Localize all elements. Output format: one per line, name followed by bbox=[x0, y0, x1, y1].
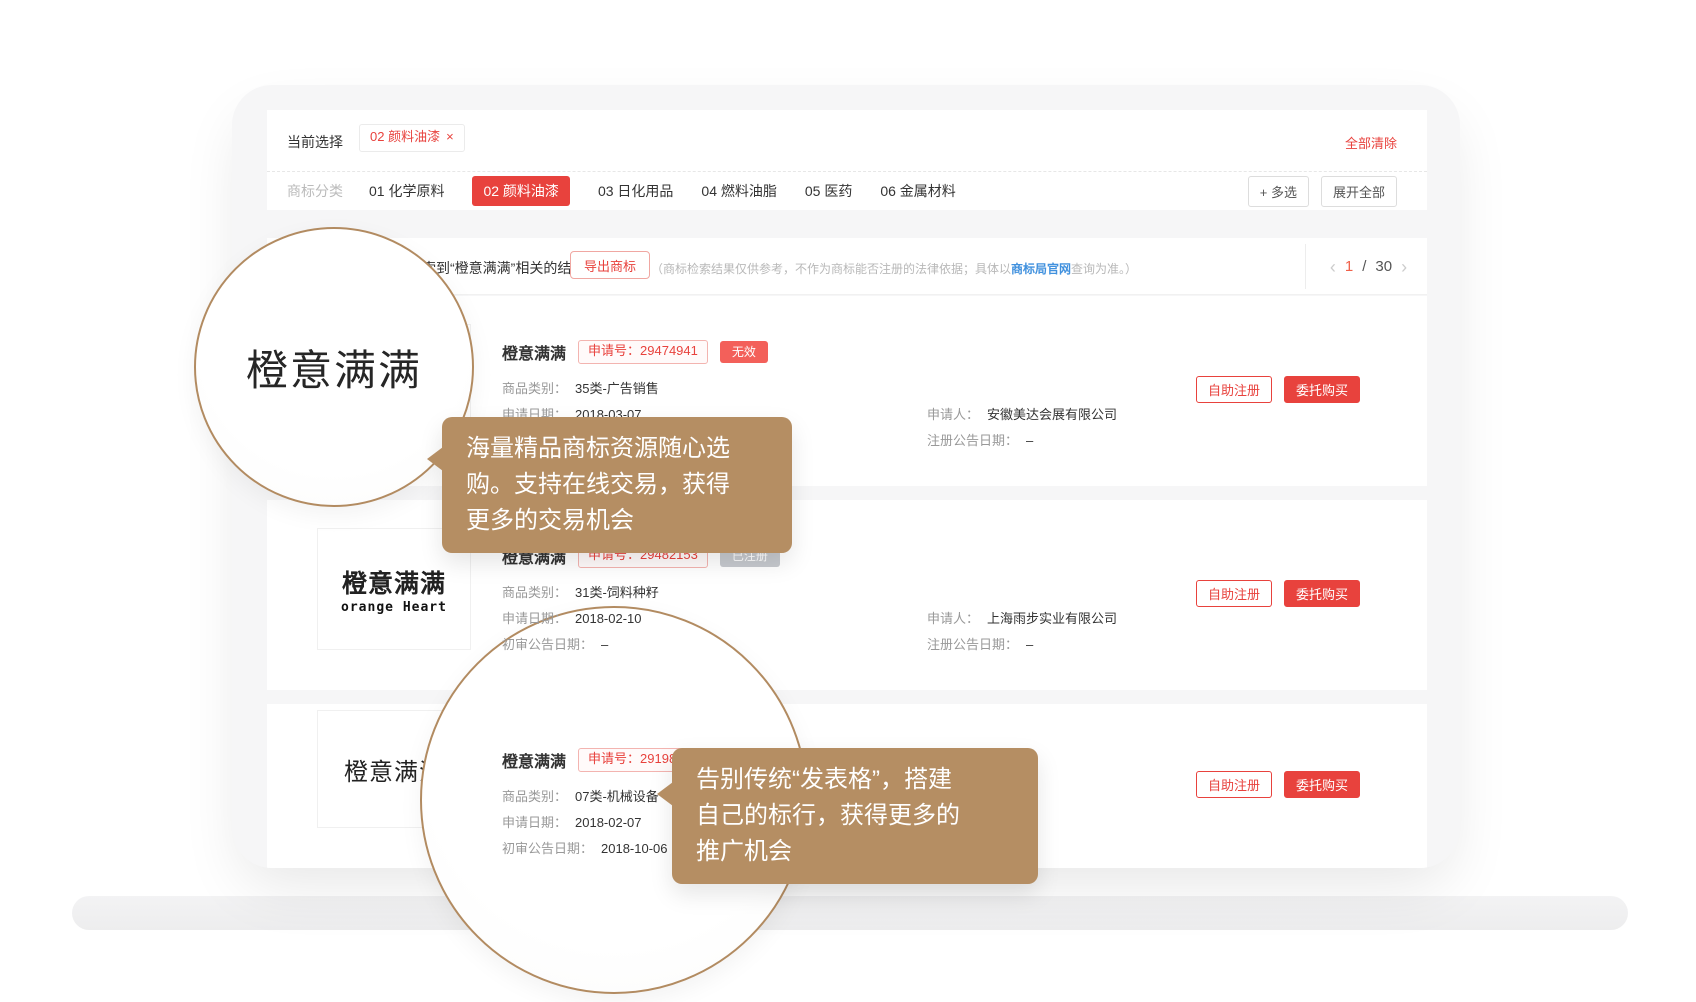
apply-date-value: 2018-02-07 bbox=[575, 815, 642, 830]
category-label: 商品类别： bbox=[502, 381, 567, 396]
entrust-buy-button[interactable]: 委托购买 bbox=[1284, 580, 1360, 607]
reg-pub-date-label: 注册公告日期： bbox=[927, 433, 1018, 448]
tooltip-arrow-icon bbox=[427, 447, 443, 471]
pagination: ‹ 1 / 30 › bbox=[1310, 238, 1427, 295]
clear-all-button[interactable]: 全部清除 bbox=[1345, 133, 1397, 152]
category-item-05[interactable]: 05 医药 bbox=[805, 181, 852, 201]
first-pub-date-label: 初审公告日期： bbox=[502, 841, 593, 856]
self-register-button[interactable]: 自助注册 bbox=[1196, 580, 1272, 607]
category-item-01[interactable]: 01 化学原料 bbox=[369, 181, 444, 201]
current-selection-row: 当前选择 02 颜料油漆 × 全部清除 bbox=[267, 110, 1427, 172]
trademark-office-link[interactable]: 商标局官网 bbox=[1011, 262, 1071, 276]
tooltip-line: 自己的标行，获得更多的 bbox=[696, 798, 1014, 834]
category-value: 31类-饲料种籽 bbox=[575, 585, 659, 600]
page-separator: / bbox=[1362, 258, 1366, 275]
selected-filter-tag-label: 02 颜料油漆 bbox=[370, 129, 440, 144]
results-disclaimer: （商标检索结果仅供参考，不作为商标能否注册的法律依据；具体以商标局官网查询为准。… bbox=[651, 260, 1137, 277]
current-selection-label: 当前选择 bbox=[287, 132, 343, 152]
filter-header-card: 当前选择 02 颜料油漆 × 全部清除 商标分类 01 化学原料 02 颜料油漆 … bbox=[267, 110, 1427, 210]
reg-pub-date-value: – bbox=[1026, 433, 1033, 448]
tooltip-line: 告别传统“发表格”，搭建 bbox=[696, 762, 1014, 798]
first-pub-date-label: 初审公告日期： bbox=[502, 637, 593, 652]
application-number-label: 申请号： bbox=[588, 751, 640, 766]
page-total: 30 bbox=[1375, 258, 1392, 275]
category-item-06[interactable]: 06 金属材料 bbox=[880, 181, 955, 201]
disclaimer-suffix: 查询为准。） bbox=[1071, 262, 1137, 276]
trademark-name[interactable]: 橙意满满 bbox=[502, 748, 566, 772]
category-actions: + 多选 展开全部 bbox=[1248, 176, 1397, 207]
first-pub-date-value: – bbox=[601, 637, 608, 652]
apply-date-label: 申请日期： bbox=[502, 611, 567, 626]
category-row: 商标分类 01 化学原料 02 颜料油漆 03 日化用品 04 燃料油脂 05 … bbox=[267, 172, 1427, 210]
category-item-04[interactable]: 04 燃料油脂 bbox=[701, 181, 776, 201]
expand-all-button[interactable]: 展开全部 bbox=[1321, 176, 1397, 207]
entrust-buy-button[interactable]: 委托购买 bbox=[1284, 376, 1360, 403]
category-item-03[interactable]: 03 日化用品 bbox=[598, 181, 673, 201]
applicant-label: 申请人： bbox=[927, 611, 979, 626]
self-register-button[interactable]: 自助注册 bbox=[1196, 376, 1272, 403]
reg-pub-date-label: 注册公告日期： bbox=[927, 637, 1018, 652]
promo-tooltip-marketplace: 海量精品商标资源随心选 购。支持在线交易，获得 更多的交易机会 bbox=[442, 417, 792, 553]
close-icon[interactable]: × bbox=[446, 129, 454, 144]
category-value: 35类-广告销售 bbox=[575, 381, 659, 396]
multi-select-button[interactable]: + 多选 bbox=[1248, 176, 1309, 207]
applicant-value: 安徽美达会展有限公司 bbox=[987, 407, 1117, 422]
tooltip-line: 推广机会 bbox=[696, 834, 1014, 870]
category-value: 07类-机械设备 bbox=[575, 789, 659, 804]
tooltip-line: 海量精品商标资源随心选 bbox=[466, 431, 768, 467]
application-number-label: 申请号： bbox=[588, 343, 640, 358]
export-trademark-button[interactable]: 导出商标 bbox=[570, 251, 650, 279]
category-label: 商品类别： bbox=[502, 585, 567, 600]
magnified-trademark-text: 橙意满满 bbox=[246, 337, 422, 398]
applicant-label: 申请人： bbox=[927, 407, 979, 422]
page-prev-icon[interactable]: ‹ bbox=[1330, 258, 1336, 276]
trademark-result-row-2: 橙意满满 orange Heart 橙意满满 申请号：29482153 已注册 … bbox=[267, 500, 1427, 690]
status-badge: 无效 bbox=[720, 341, 768, 363]
applicant-value: 上海雨步实业有限公司 bbox=[987, 611, 1117, 626]
selected-filter-tag[interactable]: 02 颜料油漆 × bbox=[359, 124, 465, 152]
reg-pub-date-value: – bbox=[1026, 637, 1033, 652]
tooltip-line: 更多的交易机会 bbox=[466, 503, 768, 539]
category-label: 商品类别： bbox=[502, 789, 567, 804]
tooltip-arrow-icon bbox=[657, 782, 673, 806]
trademark-image-text: 橙意满满 bbox=[342, 564, 446, 600]
screenshot-stage: 当前选择 02 颜料油漆 × 全部清除 商标分类 01 化学原料 02 颜料油漆 … bbox=[0, 0, 1696, 1002]
application-number-value: 29474941 bbox=[640, 343, 698, 358]
category-row-label: 商标分类 bbox=[287, 181, 343, 201]
promo-tooltip-storefront: 告别传统“发表格”，搭建 自己的标行，获得更多的 推广机会 bbox=[672, 748, 1038, 884]
application-number-tag: 申请号：29474941 bbox=[578, 340, 708, 364]
page-next-icon[interactable]: › bbox=[1401, 258, 1407, 276]
laptop-base-bar bbox=[72, 896, 1628, 930]
category-items: 01 化学原料 02 颜料油漆 03 日化用品 04 燃料油脂 05 医药 06… bbox=[369, 176, 956, 206]
trademark-image-subtext: orange Heart bbox=[341, 600, 447, 615]
category-item-02-active[interactable]: 02 颜料油漆 bbox=[472, 176, 569, 206]
pager-divider bbox=[1305, 244, 1306, 289]
trademark-name[interactable]: 橙意满满 bbox=[502, 340, 566, 364]
apply-date-label: 申请日期： bbox=[502, 815, 567, 830]
apply-date-value: 2018-02-10 bbox=[575, 611, 642, 626]
entrust-buy-button[interactable]: 委托购买 bbox=[1284, 771, 1360, 798]
page-current: 1 bbox=[1345, 258, 1353, 275]
self-register-button[interactable]: 自助注册 bbox=[1196, 771, 1272, 798]
tooltip-line: 购。支持在线交易，获得 bbox=[466, 467, 768, 503]
first-pub-date-value: 2018-10-06 bbox=[601, 841, 668, 856]
disclaimer-prefix: （商标检索结果仅供参考，不作为商标能否注册的法律依据；具体以 bbox=[651, 262, 1011, 276]
